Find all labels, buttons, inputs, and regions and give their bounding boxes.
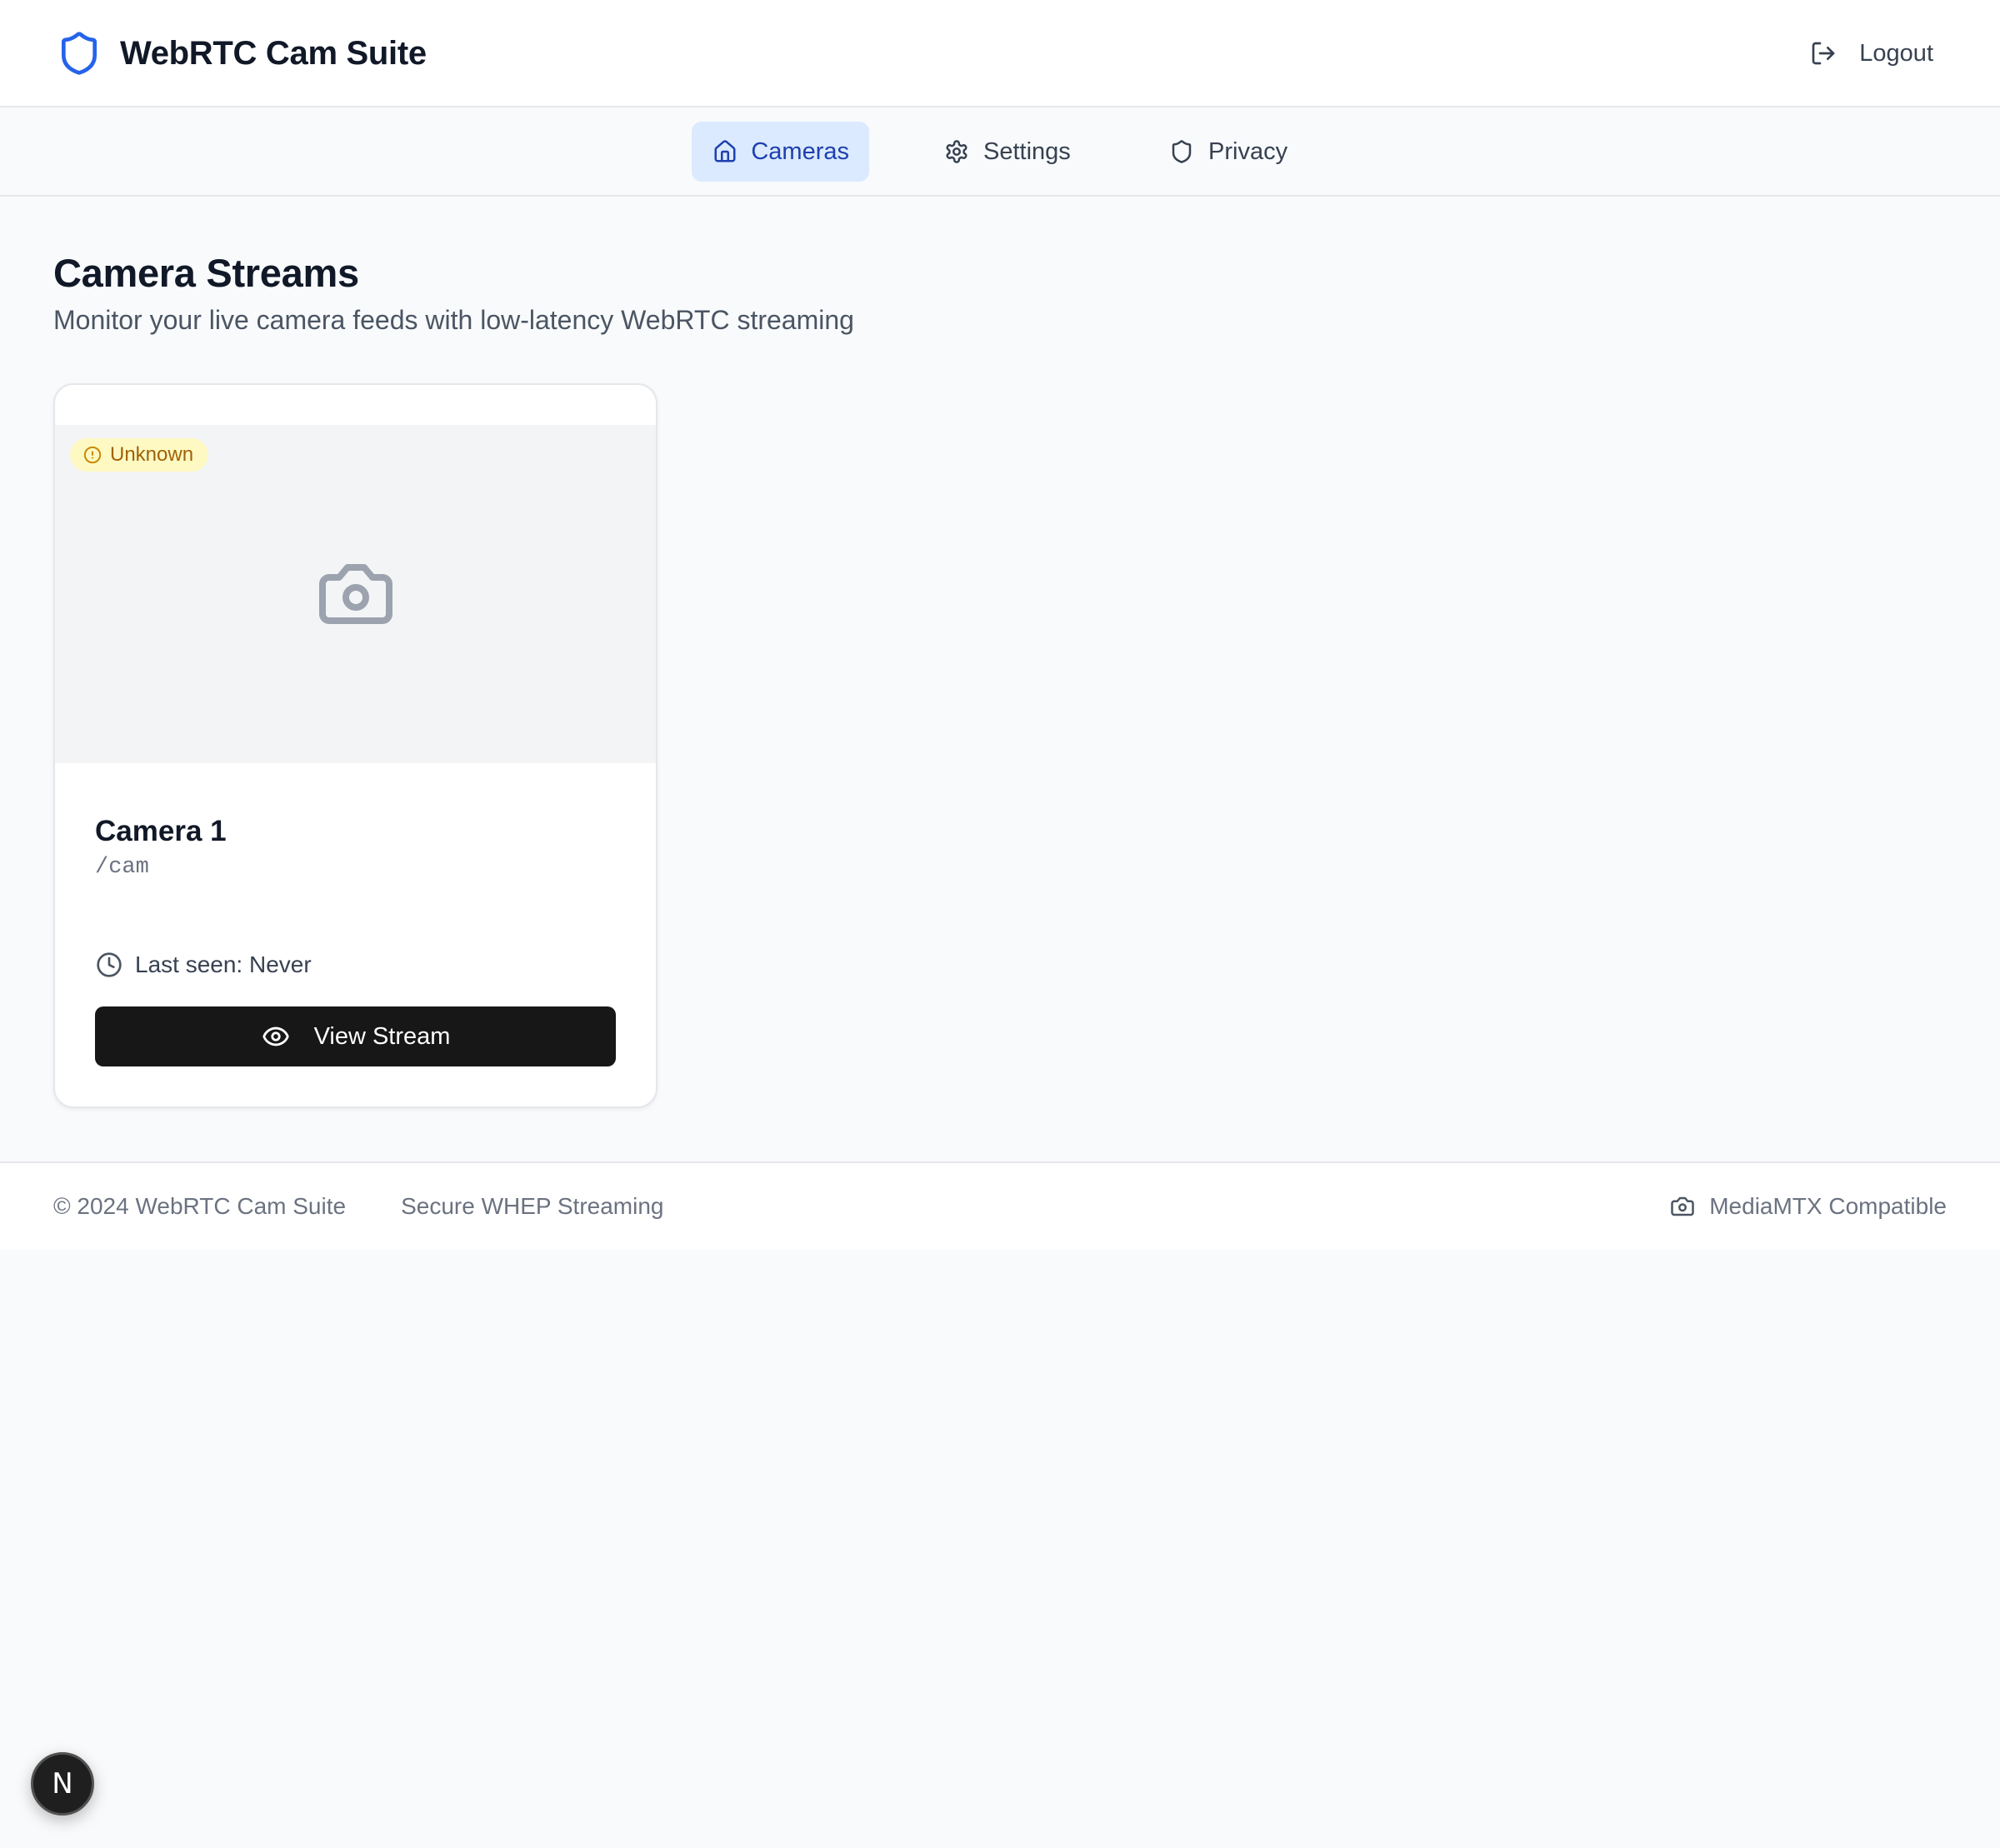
brand: WebRTC Cam Suite: [53, 25, 427, 82]
last-seen-label: Last seen: Never: [135, 951, 312, 977]
shield-logo-icon: [53, 27, 105, 79]
footer-copyright: © 2024 WebRTC Cam Suite: [53, 1193, 347, 1219]
tab-settings[interactable]: Settings: [923, 122, 1091, 182]
view-stream-button[interactable]: View Stream: [95, 1006, 616, 1066]
logout-label: Logout: [1859, 39, 1933, 67]
tab-privacy-label: Privacy: [1208, 137, 1288, 165]
logout-button[interactable]: Logout: [1794, 28, 1947, 78]
app-footer: © 2024 WebRTC Cam Suite Secure WHEP Stre…: [0, 1161, 2000, 1250]
camera-placeholder-icon: [314, 552, 398, 636]
page-title: Camera Streams: [53, 251, 359, 295]
tab-cameras-label: Cameras: [751, 137, 849, 165]
shield-icon: [1168, 138, 1195, 165]
alert-circle-icon: [83, 446, 102, 464]
eye-icon: [261, 1021, 291, 1051]
camera-path: /cam: [95, 855, 149, 880]
clock-icon: [95, 951, 123, 979]
tab-privacy[interactable]: Privacy: [1148, 122, 1308, 182]
last-seen: Last seen: Never: [95, 948, 312, 981]
camera-card: Unknown Camera 1 /cam Last seen: Never V…: [53, 383, 658, 1108]
tab-cameras[interactable]: Cameras: [692, 122, 869, 182]
main-nav: Cameras Settings Privacy: [0, 107, 2000, 197]
view-stream-label: View Stream: [313, 1022, 451, 1050]
footer-tagline: Secure WHEP Streaming: [401, 1193, 664, 1219]
footer-compat: MediaMTX Compatible: [1709, 1193, 1947, 1219]
footer-right: MediaMTX Compatible: [1669, 1163, 1947, 1250]
home-icon: [712, 138, 738, 165]
camera-preview[interactable]: Unknown: [55, 425, 656, 763]
tab-settings-label: Settings: [983, 137, 1071, 165]
logout-icon: [1808, 37, 1839, 69]
page-subtitle: Monitor your live camera feeds with low-…: [53, 305, 854, 335]
gear-icon: [943, 138, 970, 165]
footer-left: © 2024 WebRTC Cam Suite Secure WHEP Stre…: [53, 1163, 663, 1250]
camera-name: Camera 1: [95, 815, 227, 847]
camera-icon: [1669, 1193, 1696, 1220]
nextjs-logo-letter: N: [52, 1767, 73, 1801]
app-title: WebRTC Cam Suite: [120, 34, 427, 72]
app-header: WebRTC Cam Suite Logout: [0, 0, 2000, 107]
status-label: Unknown: [110, 443, 194, 466]
status-badge: Unknown: [70, 438, 209, 472]
nextjs-dev-indicator[interactable]: N: [31, 1752, 94, 1816]
